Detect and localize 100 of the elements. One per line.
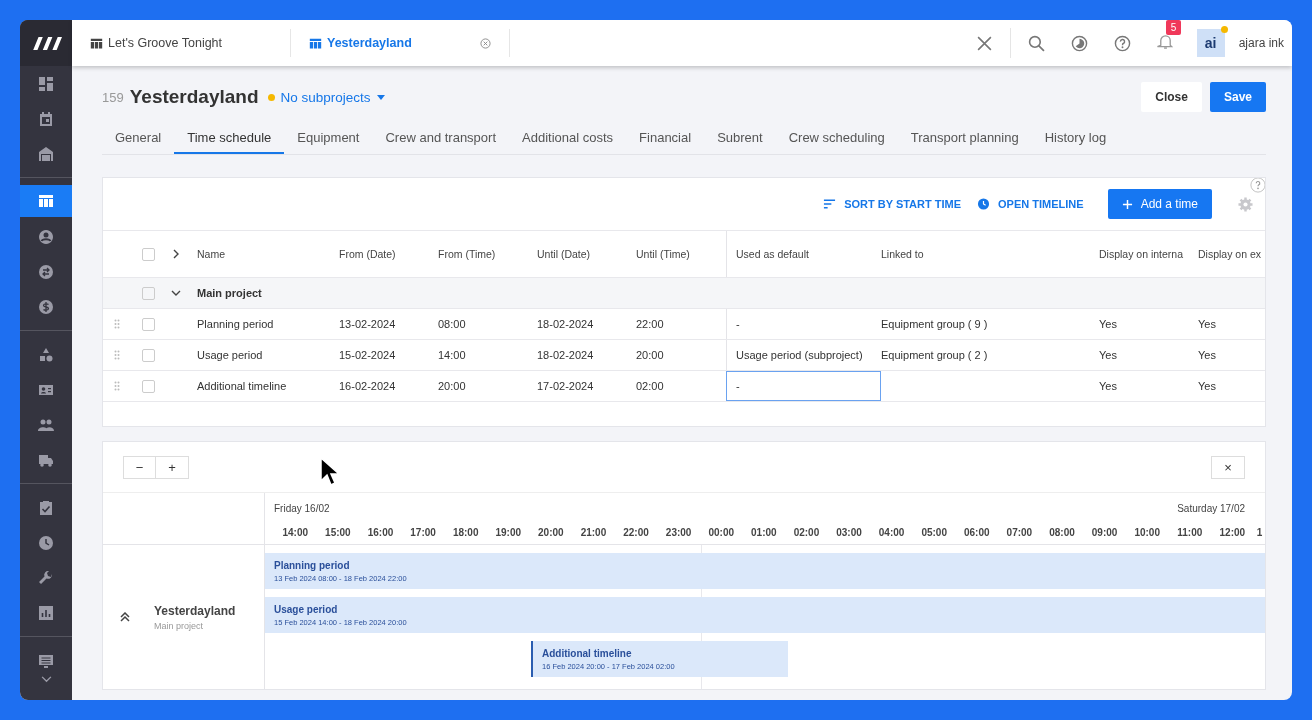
column-header[interactable]: Until (Time)	[636, 231, 726, 277]
chevron-right-icon[interactable]	[172, 249, 180, 259]
clipboard-check-icon[interactable]	[38, 499, 54, 516]
search-icon[interactable]	[1027, 34, 1045, 52]
row-checkbox[interactable]	[142, 379, 155, 393]
exchange-icon[interactable]	[38, 263, 54, 280]
hour-label: 18:00	[452, 527, 479, 538]
hour-label: 15:00	[325, 527, 351, 538]
column-header[interactable]: Linked to	[881, 231, 1099, 277]
tab[interactable]: Crew and transport	[372, 128, 510, 154]
zoom-in-button[interactable]: +	[156, 455, 189, 479]
status-dot	[267, 93, 275, 101]
help-icon[interactable]	[1113, 34, 1131, 52]
table-icon[interactable]	[38, 193, 54, 209]
chevron-icon[interactable]	[171, 289, 181, 297]
drag-handle-icon[interactable]	[114, 381, 120, 391]
table-cell: Usage period (subproject)	[736, 349, 863, 361]
hour-label: 20:00	[538, 527, 564, 538]
select-all-checkbox[interactable]	[142, 247, 155, 261]
close-icon[interactable]	[480, 37, 491, 49]
monitor-list-icon[interactable]	[38, 652, 54, 669]
chevron-down-icon[interactable]	[40, 676, 52, 683]
hour-label: 03:00	[836, 527, 862, 538]
tab[interactable]: General	[102, 128, 175, 154]
hour-label: 10:00	[1134, 527, 1160, 538]
hour-label: 23:00	[665, 527, 692, 538]
project-number: 159	[102, 89, 124, 105]
table-icon	[90, 36, 103, 50]
dashboard-icon[interactable]	[38, 75, 54, 92]
logo-icon[interactable]	[30, 36, 62, 50]
shapes-icon[interactable]	[38, 346, 54, 363]
hour-label: 00:00	[708, 527, 734, 538]
hour-label: 12:00	[1219, 527, 1246, 538]
table-cell: -	[736, 318, 740, 330]
bar-chart-icon[interactable]	[38, 604, 54, 621]
drag-handle-icon[interactable]	[114, 350, 120, 360]
project-name: Yesterdayland	[154, 603, 236, 618]
table-cell: 20:00	[438, 380, 466, 392]
bar-title: Usage period	[274, 603, 339, 615]
tab[interactable]: Time schedule	[174, 128, 285, 154]
hour-label: 06:00	[964, 527, 990, 538]
help-icon[interactable]	[1250, 178, 1265, 193]
notification-count: 5	[1165, 20, 1182, 35]
wrench-icon[interactable]	[38, 569, 54, 586]
row-checkbox[interactable]	[142, 317, 155, 331]
column-header[interactable]: From (Date)	[339, 231, 438, 277]
subprojects-dropdown[interactable]: No subprojects	[280, 89, 385, 105]
column-header[interactable]: Used as default	[726, 231, 881, 277]
calendar-icon[interactable]	[38, 110, 54, 127]
column-header[interactable]: Display on ex	[1198, 231, 1262, 277]
add-time-button[interactable]: Add a time	[1107, 189, 1212, 219]
group-label: Main project	[197, 287, 263, 299]
tab[interactable]: Equipment	[284, 128, 373, 154]
close-icon[interactable]	[975, 34, 993, 52]
group-checkbox[interactable]	[142, 286, 155, 300]
tab[interactable]: History log	[1031, 128, 1120, 154]
zoom-out-button[interactable]: −	[123, 455, 156, 479]
open-timeline-button[interactable]: OPEN TIMELINE	[977, 198, 1084, 210]
hour-label: 07:00	[1006, 527, 1033, 538]
table-cell: Yes	[1198, 349, 1216, 361]
bell-icon[interactable]	[1156, 32, 1174, 50]
user-avatar[interactable]: ai	[1196, 29, 1225, 57]
close-button[interactable]: Close	[1141, 82, 1202, 112]
tab[interactable]: Subrent	[704, 128, 776, 154]
table-cell: 13-02-2024	[339, 318, 396, 330]
column-header[interactable]: Name	[197, 231, 339, 277]
user-name[interactable]: ajara ink	[1238, 36, 1284, 50]
project-tab[interactable]: Yesterdayland	[291, 29, 510, 57]
tab[interactable]: Additional costs	[509, 128, 627, 154]
table-cell: 20:00	[636, 349, 664, 361]
double-chevron-icon[interactable]	[120, 612, 130, 622]
drag-handle-icon[interactable]	[114, 319, 120, 329]
tab[interactable]: Crew scheduling	[775, 128, 898, 154]
warehouse-icon[interactable]	[38, 145, 54, 162]
clock-icon[interactable]	[38, 534, 54, 551]
table-cell: Equipment group ( 2 )	[881, 349, 988, 361]
table-cell: 08:00	[438, 318, 466, 330]
clock-icon	[977, 198, 991, 210]
hour-label: 21:00	[580, 527, 607, 538]
row-checkbox[interactable]	[142, 348, 155, 362]
column-header[interactable]: Display on interna	[1099, 231, 1198, 277]
user-icon[interactable]	[38, 228, 54, 245]
pie-chart-icon[interactable]	[1070, 34, 1088, 52]
table-cell: 22:00	[636, 318, 664, 330]
table-cell: -	[736, 380, 740, 392]
table-cell: Yes	[1099, 380, 1117, 392]
dollar-icon[interactable]	[38, 298, 54, 315]
table-cell: 02:00	[636, 380, 664, 392]
project-tab[interactable]: Let's Groove Tonight	[72, 29, 291, 57]
column-header[interactable]: Until (Date)	[537, 231, 636, 277]
sort-button[interactable]: SORT BY START TIME	[823, 198, 962, 210]
tab[interactable]: Transport planning	[897, 128, 1032, 154]
tab[interactable]: Financial	[626, 128, 705, 154]
hour-label: 14:00	[282, 527, 309, 538]
save-button[interactable]: Save	[1209, 82, 1266, 112]
column-header[interactable]: From (Time)	[438, 231, 537, 277]
table-icon	[309, 36, 322, 50]
table-cell: 18-02-2024	[537, 349, 594, 361]
close-button[interactable]: ×	[1211, 455, 1245, 479]
hour-label: 08:00	[1049, 527, 1075, 538]
